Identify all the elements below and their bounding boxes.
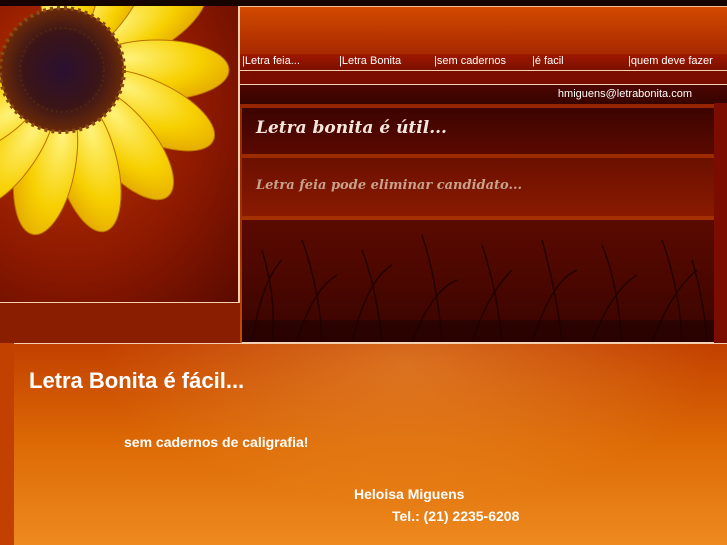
main-content: Letra Bonita é fácil... sem cadernos de … [14, 343, 727, 545]
email-bar: hmiguens@letrabonita.com [240, 84, 727, 104]
headline: Letra Bonita é fácil... [29, 368, 245, 393]
nav-item-letra-feia[interactable]: |Letra feia... [242, 55, 300, 67]
panel-util-heading: Letra bonita é útil... [256, 118, 447, 138]
contact-phone: Tel.: (21) 2235-6208 [392, 508, 520, 524]
nav-item-quem-deve-fazer[interactable]: |quem deve fazer [628, 55, 713, 67]
right-edge [714, 103, 727, 343]
nav-spacer [240, 71, 727, 84]
subline: sem cadernos de caligrafia! [124, 434, 309, 450]
page: |Letra feia... |Letra Bonita |sem cadern… [0, 0, 727, 545]
nav-bar: |Letra feia... |Letra Bonita |sem cadern… [240, 54, 727, 71]
bottom-left-filler [0, 343, 14, 545]
grass-silhouette-image [242, 220, 714, 343]
left-filler [0, 303, 240, 343]
sunflower-icon [0, 6, 230, 236]
panel-letra-feia: Letra feia pode eliminar candidato... [242, 158, 714, 216]
email-link[interactable]: hmiguens@letrabonita.com [558, 88, 692, 100]
nav-item-e-facil[interactable]: |é facil [532, 55, 564, 67]
header-banner [240, 6, 727, 55]
panel-feia-heading: Letra feia pode eliminar candidato... [256, 178, 523, 193]
grass-icon [242, 234, 714, 342]
nav-item-sem-cadernos[interactable]: |sem cadernos [434, 55, 506, 67]
contact-name: Heloisa Miguens [354, 486, 465, 502]
sunflower-image [0, 6, 240, 303]
nav-item-letra-bonita[interactable]: |Letra Bonita [339, 55, 401, 67]
panel-letra-util: Letra bonita é útil... [242, 108, 714, 154]
